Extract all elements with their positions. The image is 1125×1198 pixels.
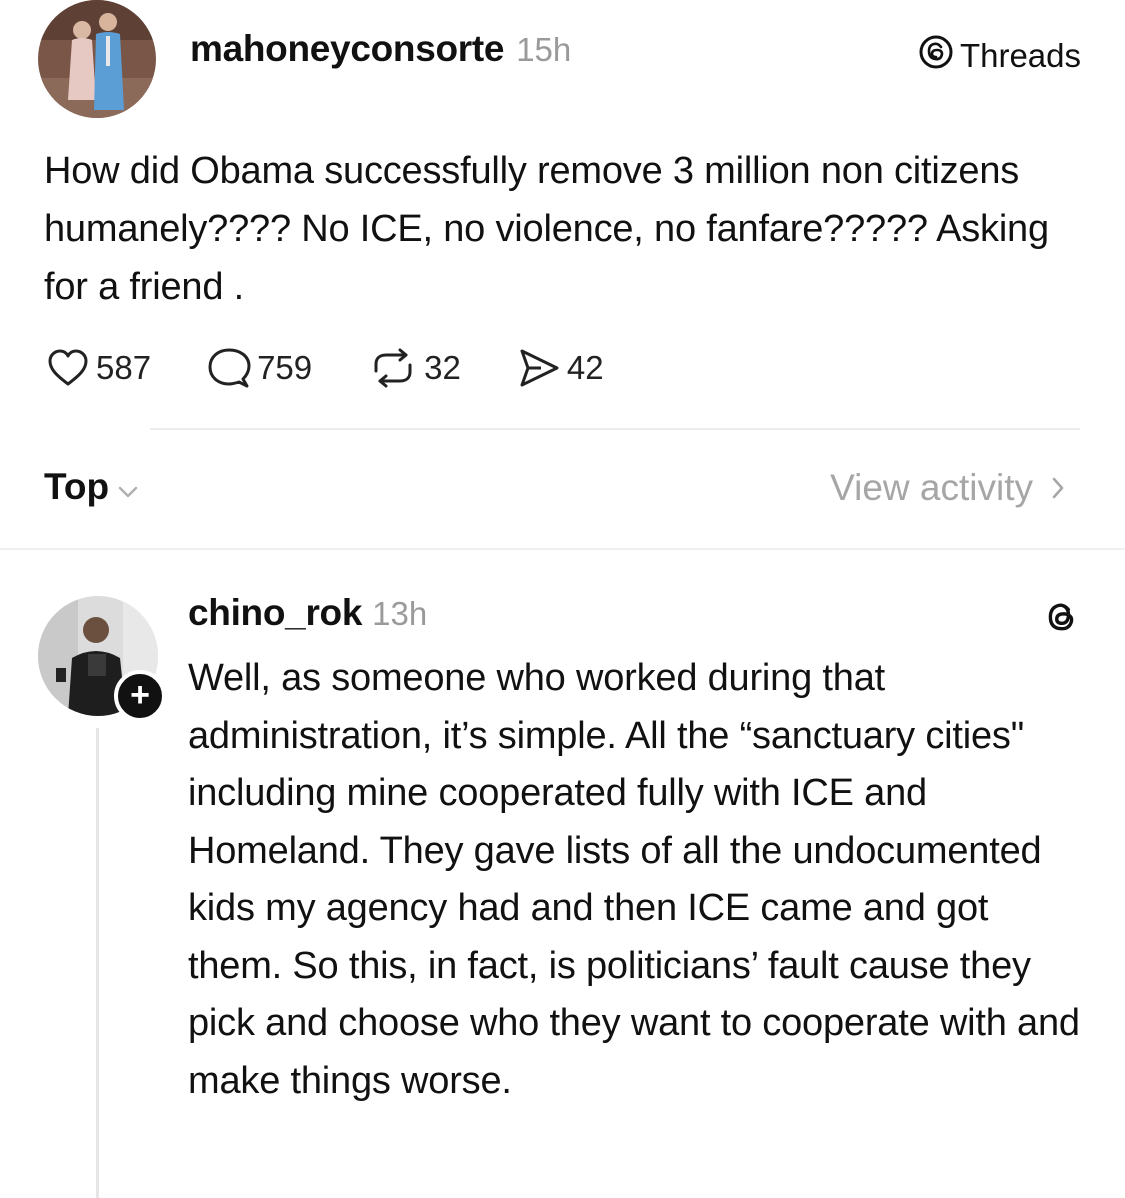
share-button[interactable]: 42 bbox=[517, 347, 604, 389]
view-activity-label: View activity bbox=[830, 467, 1033, 508]
share-count: 42 bbox=[566, 349, 604, 386]
post-timestamp: 15h bbox=[516, 31, 572, 68]
comment-bubble-icon bbox=[207, 347, 251, 389]
reply-author-avatar-wrap: + bbox=[38, 596, 166, 722]
threads-source-badge[interactable]: Threads bbox=[918, 34, 1081, 78]
post-action-bar: 587 759 32 42 bbox=[46, 340, 604, 396]
send-icon bbox=[517, 347, 561, 389]
chevron-right-icon bbox=[1051, 467, 1065, 509]
threads-logo-icon bbox=[918, 34, 954, 78]
repost-count: 32 bbox=[424, 349, 461, 386]
reply-count: 759 bbox=[257, 349, 313, 386]
sort-dropdown[interactable]: Top bbox=[44, 466, 139, 508]
post-body-text: How did Obama successfully remove 3 mill… bbox=[44, 150, 1049, 308]
threads-label: Threads bbox=[959, 37, 1081, 74]
like-count: 587 bbox=[96, 349, 152, 386]
sort-divider bbox=[0, 548, 1125, 550]
post-username[interactable]: mahoneyconsorte bbox=[190, 28, 505, 69]
repost-arrows-icon bbox=[368, 347, 418, 389]
reply-thread-line bbox=[96, 728, 99, 1198]
heart-icon bbox=[46, 348, 90, 388]
reply-author-line: chino_rok 13h bbox=[188, 592, 427, 634]
post-author-avatar[interactable] bbox=[38, 0, 156, 118]
reply-timestamp: 13h bbox=[372, 595, 428, 632]
reply-body-text: Well, as someone who worked during that … bbox=[188, 657, 1080, 1102]
follow-plus-button[interactable]: + bbox=[114, 670, 166, 722]
sort-label: Top bbox=[44, 466, 110, 507]
threads-logo-icon[interactable] bbox=[1043, 598, 1081, 641]
like-button[interactable]: 587 bbox=[46, 348, 151, 388]
chevron-down-icon bbox=[117, 466, 139, 508]
post-author-line: mahoneyconsorte 15h bbox=[190, 28, 571, 70]
repost-button[interactable]: 32 bbox=[368, 347, 461, 389]
post-divider bbox=[150, 428, 1080, 430]
reply-button[interactable]: 759 bbox=[207, 347, 312, 389]
reply-username[interactable]: chino_rok bbox=[188, 592, 362, 633]
view-activity-link[interactable]: View activity bbox=[830, 467, 1065, 509]
